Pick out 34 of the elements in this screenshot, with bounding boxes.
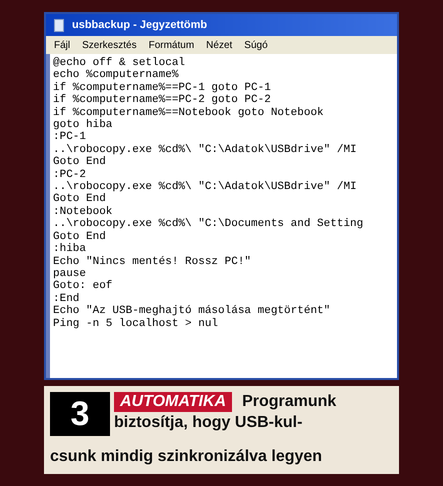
window-title: usbbackup - Jegyzettömb [72, 18, 208, 33]
caption-tag: AUTOMATIKA [114, 392, 232, 412]
code-line: Echo "Nincs mentés! Rossz PC!" [53, 256, 252, 268]
code-line: :PC-2 [53, 168, 88, 181]
code-line: if %computername%==PC-2 goto PC-2 [53, 94, 272, 107]
menu-item[interactable]: Szerkesztés [82, 38, 137, 52]
code-line: Goto End [53, 156, 107, 169]
code-line: :End [53, 292, 80, 305]
code-line: echo %computername% [53, 69, 180, 82]
code-line: Echo "Az USB-meghajtó másolása megtörtént" [53, 305, 332, 318]
caption-text: Programunk [242, 392, 336, 412]
code-line: :hiba [53, 243, 88, 256]
menu-item[interactable]: Nézet [206, 38, 232, 52]
menu-item[interactable]: Súgó [244, 38, 268, 52]
code-line: Goto End [53, 230, 107, 243]
menu-item[interactable]: Fájl [54, 38, 70, 52]
code-line: :PC-1 [53, 131, 88, 144]
code-line: :Notebook [53, 206, 114, 218]
caption-text: csunk mindig szinkronizálva legyen [50, 447, 324, 467]
code-line: pause [53, 268, 88, 280]
code-line: Goto: eof [53, 280, 114, 293]
code-line: ..\robocopy.exe %cd%\ "C:\Adatok\USBdrive" /MI [53, 144, 358, 156]
code-line: @echo off & setlocal [53, 57, 186, 69]
code-line: goto hiba [53, 119, 114, 132]
caption-text: biztosítja, hogy USB-kul- [114, 413, 304, 433]
code-line: Ping -n 5 localhost > nul [53, 318, 220, 330]
code-line: ..\robocopy.exe %cd%\ "C:\Adatok\USBdrive" /MI [53, 181, 358, 194]
code-line: ..\robocopy.exe %cd%\ "C:\Documents and Setting [53, 218, 364, 231]
code-line: if %computername%==PC-1 goto PC-1 [53, 82, 272, 94]
menu-item[interactable]: Formátum [148, 38, 194, 52]
code-line: Goto End [53, 193, 107, 206]
figure-number: 3 [50, 392, 110, 436]
notepad-icon [54, 18, 64, 32]
code-line: if %computername%==Notebook goto Notebook [53, 106, 325, 119]
